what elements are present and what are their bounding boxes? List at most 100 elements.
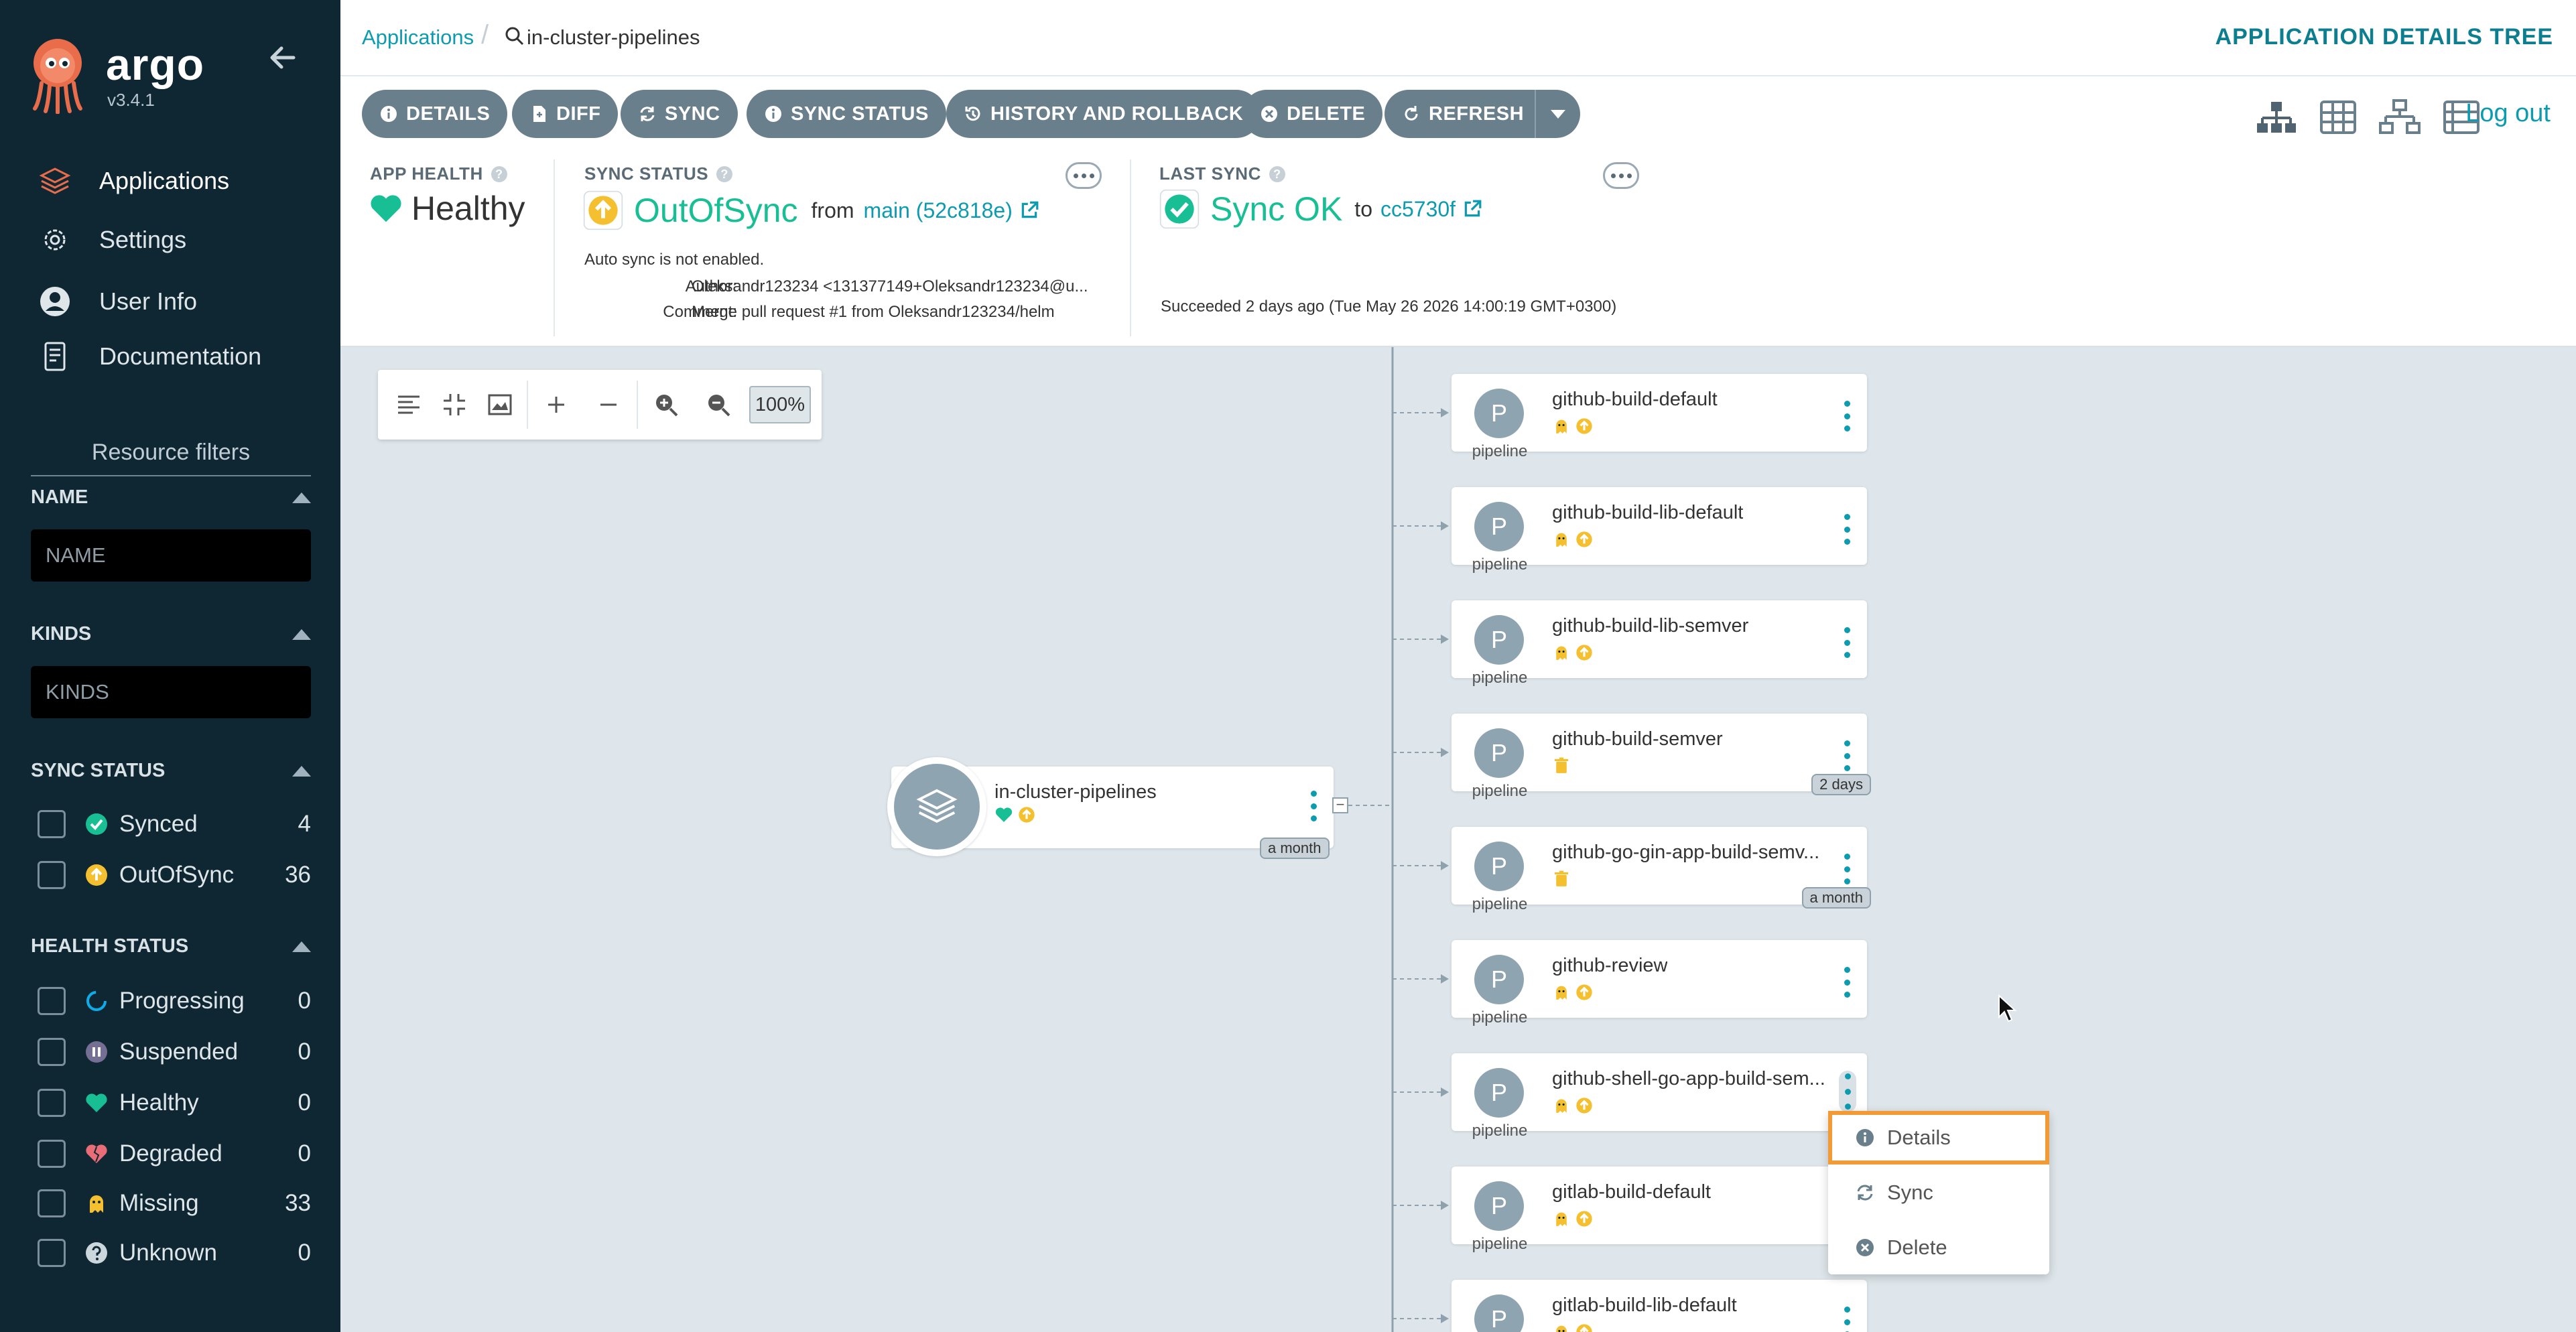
last-sync-more-button[interactable]	[1603, 162, 1639, 189]
fit-to-screen-icon[interactable]	[484, 389, 516, 421]
last-sync-value: Sync OK to cc5730f	[1159, 189, 1482, 229]
name-filter-input[interactable]	[31, 529, 311, 582]
search-icon	[505, 27, 524, 46]
refresh-button[interactable]: REFRESH	[1384, 90, 1539, 138]
last-sync-revision-link[interactable]: cc5730f	[1380, 197, 1456, 222]
divider	[554, 159, 555, 336]
resource-filters-title: Resource filters	[31, 440, 311, 476]
collapse-sidebar-icon[interactable]	[267, 42, 299, 74]
node-menu-button[interactable]	[1844, 627, 1851, 658]
resource-tree-graph[interactable]: 100% in-cluster-pipelines − a month Ppip…	[340, 347, 2576, 1332]
pipeline-node[interactable]: Ppipeline github-build-semver	[1452, 714, 1867, 800]
external-link-icon[interactable]	[1019, 200, 1039, 220]
menu-item-sync[interactable]: Sync	[1828, 1166, 2049, 1219]
sync-revision-link[interactable]: main (52c818e)	[864, 198, 1013, 223]
resource-kind-icon: P	[1474, 615, 1524, 665]
checkbox[interactable]	[38, 1038, 66, 1066]
zoom-level[interactable]: 100%	[749, 386, 811, 423]
help-icon[interactable]: ?	[716, 165, 733, 182]
network-view-icon[interactable]	[2379, 96, 2421, 138]
breadcrumb-separator: /	[481, 20, 489, 50]
name-filter-header[interactable]: NAME	[31, 486, 311, 509]
checkbox[interactable]	[38, 1239, 66, 1267]
filter-degraded[interactable]: Degraded 0	[38, 1135, 311, 1173]
health-status-filter-header[interactable]: HEALTH STATUS	[31, 935, 311, 957]
kinds-filter-input[interactable]	[31, 666, 311, 718]
collapse-node-toggle[interactable]: −	[1332, 797, 1348, 813]
history-rollback-button[interactable]: HISTORY AND ROLLBACK	[946, 90, 1261, 138]
menu-item-delete[interactable]: Delete	[1828, 1221, 2049, 1274]
checkbox[interactable]	[38, 861, 66, 889]
node-menu-button[interactable]	[1844, 967, 1851, 998]
filter-outofsync[interactable]: OutOfSync 36	[38, 856, 311, 894]
sync-ok-check-icon	[1159, 189, 1200, 229]
delete-button[interactable]: DELETE	[1242, 90, 1383, 138]
kinds-filter-header[interactable]: KINDS	[31, 623, 311, 645]
logout-link[interactable]: Log out	[2465, 99, 2551, 128]
pipeline-node[interactable]: Ppipeline gitlab-build-default	[1452, 1167, 1867, 1253]
checkbox[interactable]	[38, 1089, 66, 1117]
expand-all-icon[interactable]	[540, 389, 572, 421]
pipeline-node[interactable]: Ppipelinegitlab-build-lib-default	[1452, 1280, 1867, 1332]
filter-synced[interactable]: Synced 4	[38, 805, 311, 843]
node-menu-button[interactable]	[1311, 791, 1317, 821]
resource-kind-icon: P	[1474, 389, 1524, 438]
sync-status-more-button[interactable]	[1066, 162, 1102, 189]
node-menu-button[interactable]	[1844, 514, 1851, 545]
pipeline-node[interactable]: Ppipeline github-build-lib-default	[1452, 487, 1867, 574]
nav-user-info[interactable]: User Info	[38, 281, 197, 322]
tree-view-icon[interactable]	[2256, 96, 2297, 138]
pending-deletion-trash-icon	[1554, 757, 1569, 773]
sync-status-header: SYNC STATUS?	[584, 163, 733, 184]
breadcrumb-app-name[interactable]: in-cluster-pipelines	[527, 25, 700, 50]
node-menu-button[interactable]	[1844, 401, 1851, 431]
nav-settings[interactable]: Settings	[38, 220, 186, 260]
pipeline-node[interactable]: Ppipeline github-build-default	[1452, 374, 1867, 460]
top-bar: Applications / in-cluster-pipelines APPL…	[340, 0, 2576, 76]
compact-view-icon[interactable]	[438, 389, 470, 421]
pipeline-node[interactable]: Ppipeline github-build-lib-semver	[1452, 600, 1867, 687]
checkbox[interactable]	[38, 810, 66, 838]
suspended-pause-icon	[86, 1041, 107, 1063]
nav-applications[interactable]: Applications	[38, 161, 229, 201]
external-link-icon[interactable]	[1462, 199, 1482, 219]
pending-deletion-trash-icon	[1554, 870, 1569, 886]
filter-progressing[interactable]: Progressing 0	[38, 982, 311, 1020]
sync-status-filter-header[interactable]: SYNC STATUS	[31, 760, 311, 782]
zoom-out-icon[interactable]	[702, 389, 734, 421]
healthy-heart-icon	[86, 1093, 107, 1112]
filter-unknown[interactable]: Unknown 0	[38, 1234, 311, 1272]
breadcrumb-applications[interactable]: Applications	[362, 25, 474, 50]
checkbox[interactable]	[38, 1140, 66, 1168]
pipeline-node[interactable]: Ppipeline github-review	[1452, 940, 1867, 1026]
sync-status-button[interactable]: SYNC STATUS	[747, 90, 946, 138]
node-menu-button[interactable]	[1839, 1071, 1856, 1112]
collapse-all-icon[interactable]	[592, 389, 625, 421]
missing-ghost-icon	[90, 1195, 103, 1213]
menu-item-details[interactable]: Details	[1828, 1111, 2049, 1164]
sync-button[interactable]: SYNC	[621, 90, 738, 138]
settings-icon	[44, 229, 66, 251]
details-button[interactable]: DETAILS	[362, 90, 508, 138]
sidebar: argo v3.4.1 Applications Settings User I…	[0, 0, 340, 1332]
filter-suspended[interactable]: Suspended 0	[38, 1033, 311, 1071]
toolbar: DETAILS DIFF SYNC SYNC STATUS HISTORY AN…	[340, 76, 2576, 150]
filter-healthy[interactable]: Healthy 0	[38, 1084, 311, 1122]
nav-documentation[interactable]: Documentation	[38, 336, 261, 377]
resource-kind-icon: P	[1474, 1294, 1524, 1332]
node-menu-button[interactable]	[1844, 740, 1851, 771]
refresh-dropdown-button[interactable]	[1535, 90, 1580, 138]
diff-button[interactable]: DIFF	[512, 90, 619, 138]
pods-grid-view-icon[interactable]	[2317, 96, 2359, 138]
help-icon[interactable]: ?	[1269, 165, 1285, 182]
pipeline-node[interactable]: Ppipeline github-shell-go-app-build-sem..…	[1452, 1053, 1867, 1140]
nav-label: Documentation	[99, 342, 262, 370]
checkbox[interactable]	[38, 987, 66, 1015]
zoom-in-icon[interactable]	[650, 389, 682, 421]
filter-missing[interactable]: Missing 33	[38, 1185, 311, 1222]
node-menu-button[interactable]	[1844, 1307, 1851, 1332]
node-menu-button[interactable]	[1844, 854, 1851, 884]
help-icon[interactable]: ?	[491, 165, 507, 182]
align-left-icon[interactable]	[393, 389, 425, 421]
checkbox[interactable]	[38, 1189, 66, 1217]
